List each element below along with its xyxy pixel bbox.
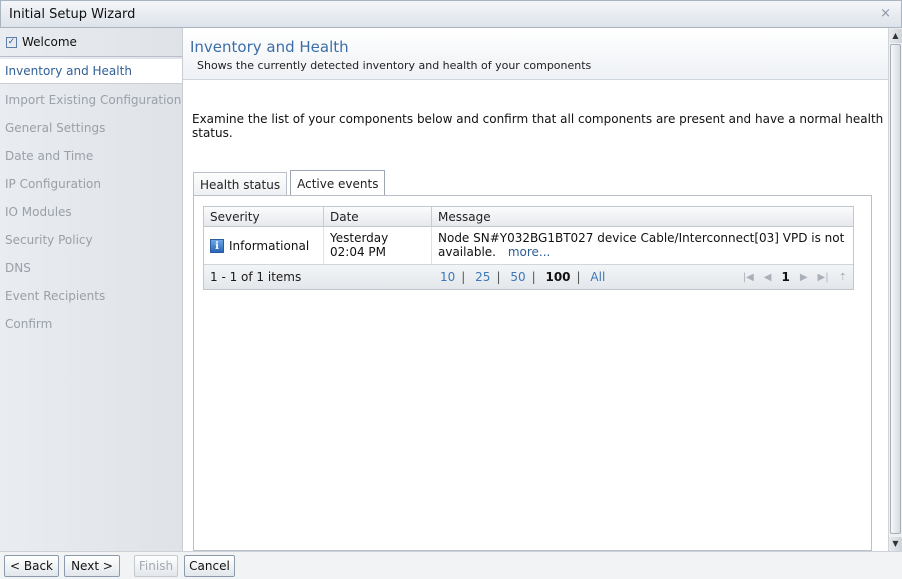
checkmark-icon: ✓ [6,36,17,48]
page-size-all[interactable]: All [590,270,605,284]
sidebar-item-general-settings[interactable]: General Settings [0,114,182,142]
vertical-scrollbar[interactable]: ▲ ▼ [888,28,902,551]
sidebar-item-import-configuration[interactable]: Import Existing Configuration [0,86,182,114]
jump-page-icon[interactable]: ⇡ [839,272,847,283]
sidebar-item-inventory-health[interactable]: Inventory and Health [0,59,182,84]
last-page-icon[interactable]: ▶| [818,272,829,283]
first-page-icon[interactable]: |◀ [743,272,754,283]
sidebar-item-confirm[interactable]: Confirm [0,310,182,338]
pager-navigation: |◀ ◀ 1 ▶ ▶| ⇡ [743,270,847,284]
wizard-sidebar: ✓ Welcome Inventory and Health Import Ex… [0,28,183,551]
page-description: Examine the list of your components belo… [192,112,884,140]
previous-page-icon[interactable]: ◀ [764,272,772,283]
next-page-icon[interactable]: ▶ [800,272,808,283]
page-size-selector: 10 | 25 | 50 | 100 | All [440,270,606,284]
page-size-50[interactable]: 50 [510,270,525,284]
column-header-severity[interactable]: Severity [204,207,324,226]
events-grid: Severity Date Message i Informational Ye… [203,206,854,290]
message-cell: Node SN#Y032BG1BT027 device Cable/Interc… [432,227,853,264]
close-icon[interactable]: × [880,6,891,21]
page-header: Inventory and Health Shows the currently… [183,28,888,80]
tab-health-status[interactable]: Health status [193,172,288,197]
message-text: Node SN#Y032BG1BT027 device Cable/Interc… [438,231,845,259]
page-size-10[interactable]: 10 [440,270,455,284]
grid-footer: 1 - 1 of 1 items 10 | 25 | 50 | 100 | All |◀… [204,265,853,289]
table-row[interactable]: i Informational Yesterday 02:04 PM Node … [204,227,853,265]
sidebar-item-ip-configuration[interactable]: IP Configuration [0,170,182,198]
sidebar-item-dns[interactable]: DNS [0,254,182,282]
severity-value: Informational [229,238,310,253]
next-button[interactable]: Next > [64,555,120,577]
sidebar-item-welcome[interactable]: ✓ Welcome [0,28,182,57]
page-size-100[interactable]: 100 [545,270,570,284]
column-header-message[interactable]: Message [432,207,853,226]
page-subtitle: Shows the currently detected inventory a… [197,59,592,72]
back-button[interactable]: < Back [4,555,59,577]
grid-header: Severity Date Message [204,207,853,227]
sidebar-item-security-policy[interactable]: Security Policy [0,226,182,254]
window-title: Initial Setup Wizard [9,6,136,22]
wizard-button-bar: < Back Next > Finish Cancel [0,551,902,579]
more-link[interactable]: more... [508,245,551,259]
cancel-button[interactable]: Cancel [184,555,235,577]
severity-cell: i Informational [204,227,324,264]
scroll-thumb[interactable] [890,44,901,534]
main-content: Inventory and Health Shows the currently… [183,28,888,551]
info-icon: i [210,238,224,253]
column-header-date[interactable]: Date [324,207,432,226]
tab-panel: Severity Date Message i Informational Ye… [193,195,872,551]
tab-active-events[interactable]: Active events [290,170,386,197]
scroll-down-icon[interactable]: ▼ [889,537,902,551]
scroll-up-icon[interactable]: ▲ [889,29,902,43]
title-bar: Initial Setup Wizard × [0,0,902,28]
sidebar-item-date-time[interactable]: Date and Time [0,142,182,170]
sidebar-item-event-recipients[interactable]: Event Recipients [0,282,182,310]
page-size-25[interactable]: 25 [475,270,490,284]
page-title: Inventory and Health [190,38,349,56]
sidebar-item-io-modules[interactable]: IO Modules [0,198,182,226]
tab-strip: Health status Active events [193,170,388,197]
sidebar-item-label: Welcome [22,35,77,49]
item-count: 1 - 1 of 1 items [210,270,302,284]
finish-button[interactable]: Finish [134,555,178,577]
current-page: 1 [781,270,790,284]
date-cell: Yesterday 02:04 PM [324,227,432,264]
